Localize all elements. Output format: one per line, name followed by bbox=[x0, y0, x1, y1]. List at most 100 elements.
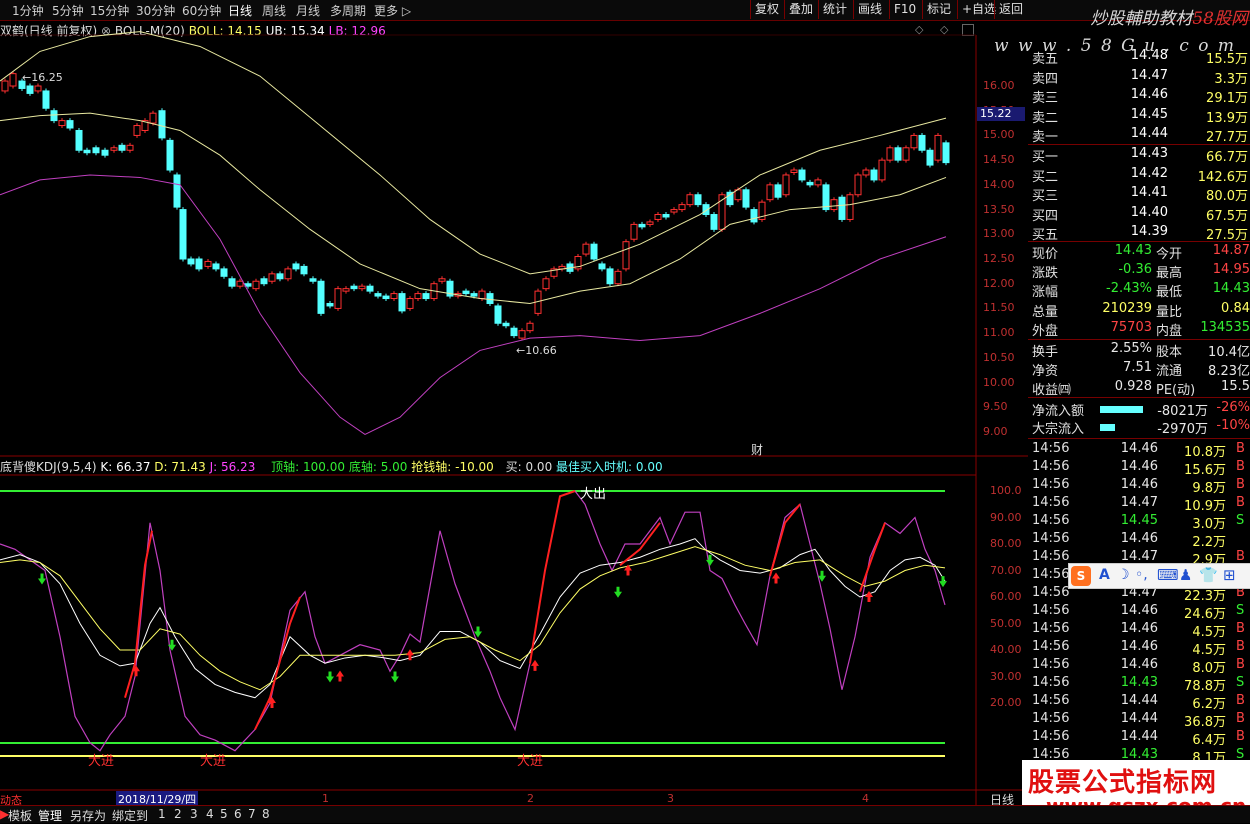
f10-button[interactable]: F10 bbox=[889, 0, 920, 19]
tab-template[interactable]: 模板 bbox=[8, 807, 32, 824]
candle-body[interactable] bbox=[236, 280, 244, 287]
candle-body[interactable] bbox=[470, 293, 478, 297]
candle-body[interactable] bbox=[334, 288, 342, 309]
candle-body[interactable] bbox=[926, 149, 934, 166]
candle-body[interactable] bbox=[260, 278, 268, 285]
candle-body[interactable] bbox=[342, 288, 350, 292]
tab-bind-to[interactable]: 绑定到 bbox=[112, 807, 148, 824]
candle-body[interactable] bbox=[822, 184, 830, 211]
candle-body[interactable] bbox=[92, 147, 100, 154]
tab-slot-1[interactable]: 1 bbox=[158, 807, 166, 821]
candle-body[interactable] bbox=[317, 280, 325, 314]
sell-level-row[interactable]: 卖五 14.48 15.5万 bbox=[1030, 48, 1250, 67]
candle-body[interactable] bbox=[878, 159, 886, 181]
candle-body[interactable] bbox=[101, 149, 109, 156]
candle-body[interactable] bbox=[34, 85, 42, 92]
chart-canvas[interactable] bbox=[0, 20, 1028, 805]
candle-body[interactable] bbox=[590, 243, 598, 260]
draw-line-button[interactable]: 画线 bbox=[853, 0, 886, 19]
candle-body[interactable] bbox=[598, 263, 606, 270]
tab-daily[interactable]: 日线 bbox=[228, 2, 252, 19]
buy-level-row[interactable]: 买四 14.40 67.5万 bbox=[1030, 205, 1250, 224]
tab-multi-period[interactable]: 多周期 bbox=[330, 2, 366, 19]
candle-body[interactable] bbox=[542, 278, 550, 290]
candle-body[interactable] bbox=[195, 258, 203, 270]
candle-body[interactable] bbox=[750, 209, 758, 223]
candle-body[interactable] bbox=[862, 169, 870, 176]
candle-body[interactable] bbox=[526, 322, 534, 332]
candle-body[interactable] bbox=[42, 90, 50, 109]
candle-body[interactable] bbox=[606, 268, 614, 285]
candle-body[interactable] bbox=[366, 285, 374, 292]
candle-body[interactable] bbox=[58, 120, 66, 127]
ime-grid-icon[interactable]: ⊞ bbox=[1223, 566, 1236, 584]
candle-body[interactable] bbox=[390, 293, 398, 300]
tab-slot-3[interactable]: 3 bbox=[190, 807, 198, 821]
candle-body[interactable] bbox=[886, 147, 894, 161]
candle-body[interactable] bbox=[276, 273, 284, 280]
candle-body[interactable] bbox=[382, 295, 390, 300]
candle-body[interactable] bbox=[910, 134, 918, 149]
tab-slot-8[interactable]: 8 bbox=[262, 807, 270, 821]
sell-level-row[interactable]: 卖二 14.45 13.9万 bbox=[1030, 107, 1250, 126]
tab-15min[interactable]: 15分钟 bbox=[90, 2, 129, 19]
finance-event-marker[interactable]: 财 bbox=[751, 441, 763, 458]
tab-slot-4[interactable]: 4 bbox=[206, 807, 214, 821]
candle-body[interactable] bbox=[422, 293, 430, 300]
candle-body[interactable] bbox=[838, 196, 846, 220]
tab-slot-7[interactable]: 7 bbox=[248, 807, 256, 821]
candle-body[interactable] bbox=[918, 134, 926, 151]
candle-body[interactable] bbox=[166, 139, 174, 171]
ime-figure-icon[interactable]: ♟ bbox=[1179, 566, 1192, 584]
candle-body[interactable] bbox=[220, 268, 228, 277]
candle-body[interactable] bbox=[158, 110, 166, 139]
candle-body[interactable] bbox=[486, 293, 494, 304]
candle-body[interactable] bbox=[678, 204, 686, 211]
candle-body[interactable] bbox=[494, 305, 502, 324]
tab-5min[interactable]: 5分钟 bbox=[52, 2, 84, 19]
statistics-button[interactable]: 统计 bbox=[818, 0, 851, 19]
candle-body[interactable] bbox=[187, 258, 195, 265]
tab-monthly[interactable]: 月线 bbox=[296, 2, 320, 19]
candle-body[interactable] bbox=[814, 179, 822, 186]
candle-body[interactable] bbox=[510, 327, 518, 337]
candle-body[interactable] bbox=[292, 263, 300, 270]
candle-body[interactable] bbox=[300, 265, 308, 275]
tab-slot-5[interactable]: 5 bbox=[220, 807, 228, 821]
tab-slot-6[interactable]: 6 bbox=[234, 807, 242, 821]
sell-level-row[interactable]: 卖一 14.44 27.7万 bbox=[1030, 126, 1250, 145]
candle-body[interactable] bbox=[110, 147, 118, 151]
candle-body[interactable] bbox=[622, 241, 630, 270]
candle-body[interactable] bbox=[742, 189, 750, 208]
ime-toolbar[interactable]: S A ☽ ◦, ⌨ ♟ 👕 ⊞ bbox=[1068, 563, 1250, 589]
candle-body[interactable] bbox=[204, 260, 212, 267]
candle-body[interactable] bbox=[942, 142, 950, 164]
buy-level-row[interactable]: 买二 14.42 142.6万 bbox=[1030, 166, 1250, 185]
candle-body[interactable] bbox=[782, 174, 790, 196]
candle-body[interactable] bbox=[149, 112, 157, 124]
candle-body[interactable] bbox=[406, 298, 414, 309]
kdj-title[interactable]: 底背傻KDJ(9,5,4) bbox=[0, 460, 97, 474]
candle-body[interactable] bbox=[374, 293, 382, 297]
overlay-button[interactable]: 叠加 bbox=[784, 0, 817, 19]
candle-body[interactable] bbox=[179, 209, 187, 260]
candle-body[interactable] bbox=[654, 214, 662, 220]
ime-lang-icon[interactable]: A bbox=[1099, 567, 1110, 583]
buy-level-row[interactable]: 买三 14.41 80.0万 bbox=[1030, 185, 1250, 204]
candle-body[interactable] bbox=[686, 194, 694, 206]
candle-body[interactable] bbox=[798, 169, 806, 181]
candle-body[interactable] bbox=[284, 268, 292, 280]
candle-body[interactable] bbox=[806, 181, 814, 186]
candle-body[interactable] bbox=[398, 293, 406, 312]
candle-body[interactable] bbox=[9, 73, 17, 87]
ime-punct-icon[interactable]: ◦, bbox=[1135, 567, 1148, 583]
buy-level-row[interactable]: 买一 14.43 66.7万 bbox=[1030, 146, 1250, 165]
candle-body[interactable] bbox=[462, 290, 470, 295]
ime-logo-icon[interactable]: S bbox=[1071, 566, 1091, 586]
candle-body[interactable] bbox=[934, 134, 942, 161]
tab-save-as[interactable]: 另存为 bbox=[70, 807, 106, 824]
candle-body[interactable] bbox=[502, 322, 510, 327]
candle-body[interactable] bbox=[244, 283, 252, 287]
candle-body[interactable] bbox=[830, 199, 838, 211]
candle-body[interactable] bbox=[414, 293, 422, 300]
